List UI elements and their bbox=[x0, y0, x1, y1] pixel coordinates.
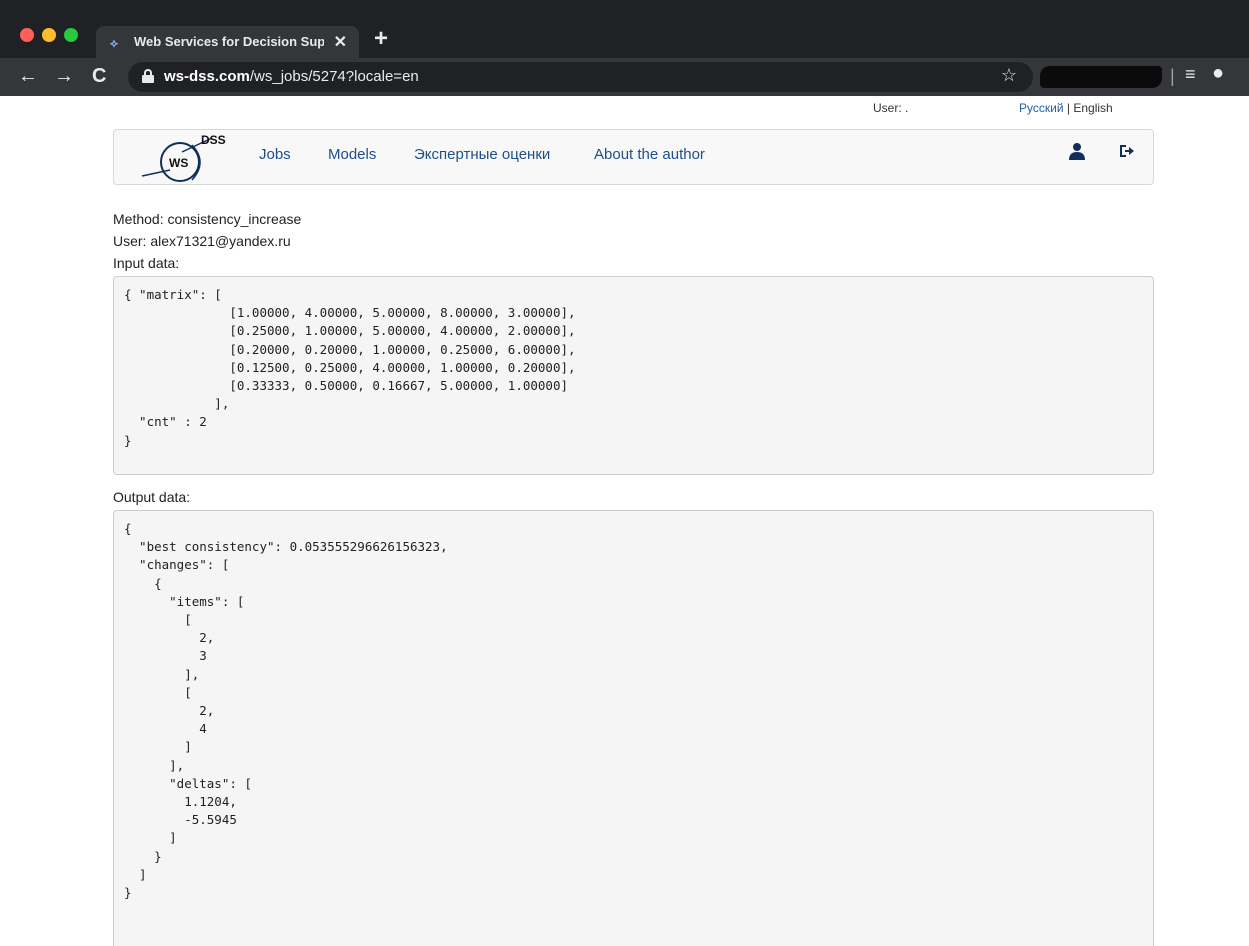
profile-icon[interactable]: ● bbox=[1212, 62, 1224, 85]
language-separator: | bbox=[1066, 101, 1070, 115]
reading-list-icon[interactable]: ≡ bbox=[1185, 64, 1196, 85]
user-profile-icon[interactable] bbox=[1069, 142, 1085, 165]
sign-out-icon bbox=[1120, 145, 1134, 157]
browser-tab[interactable]: ⟡ Web Services for Decision Sup ✕ bbox=[96, 26, 359, 58]
nav-expert-estimates-link[interactable]: Экспертные оценки bbox=[414, 146, 550, 163]
job-method: Method: consistency_increase bbox=[113, 211, 302, 227]
tab-close-icon[interactable]: ✕ bbox=[334, 32, 347, 52]
bookmark-star-icon[interactable]: ☆ bbox=[1001, 65, 1017, 86]
back-icon[interactable]: ← bbox=[18, 65, 38, 88]
user-silhouette-icon bbox=[1069, 143, 1085, 160]
url-text[interactable]: ws-dss.com/ws_jobs/5274?locale=en bbox=[164, 68, 419, 85]
current-user-label: User: . bbox=[873, 101, 909, 115]
input-data-code: { "matrix": [ [1.00000, 4.00000, 5.00000… bbox=[113, 276, 1154, 475]
input-data-label: Input data: bbox=[113, 255, 180, 271]
user-language-bar: User: . Русский | English bbox=[0, 100, 1249, 120]
nav-about-author-link[interactable]: About the author bbox=[594, 146, 705, 163]
address-bar[interactable]: ws-dss.com/ws_jobs/5274?locale=en ☆ bbox=[128, 62, 1033, 92]
output-data-label: Output data: bbox=[113, 489, 191, 505]
site-navbar: DSS WS Jobs Models Экспертные оценки Abo… bbox=[113, 129, 1154, 185]
tab-title: Web Services for Decision Sup bbox=[134, 34, 324, 49]
nav-jobs-link[interactable]: Jobs bbox=[259, 146, 291, 163]
redacted-extension-area bbox=[1040, 66, 1162, 88]
toolbar-separator: | bbox=[1170, 66, 1175, 86]
new-tab-button[interactable]: + bbox=[374, 25, 388, 53]
url-domain: ws-dss.com bbox=[164, 68, 250, 85]
url-path: /ws_jobs/5274?locale=en bbox=[249, 68, 419, 85]
language-ru-link[interactable]: Русский bbox=[1019, 101, 1064, 115]
reload-icon[interactable]: C bbox=[92, 65, 106, 88]
logout-icon[interactable] bbox=[1118, 142, 1134, 165]
nav-models-link[interactable]: Models bbox=[328, 146, 376, 163]
ws-dss-logo[interactable]: DSS WS bbox=[134, 132, 234, 184]
language-en-current: English bbox=[1073, 101, 1113, 115]
window-zoom-button[interactable] bbox=[64, 28, 78, 42]
language-switcher: Русский | English bbox=[1019, 101, 1113, 115]
window-minimize-button[interactable] bbox=[42, 28, 56, 42]
forward-icon[interactable]: → bbox=[54, 65, 74, 88]
logo-ws-text: WS bbox=[169, 156, 188, 170]
job-user: User: alex71321@yandex.ru bbox=[113, 233, 291, 249]
window-close-button[interactable] bbox=[20, 28, 34, 42]
site-favicon-icon: ⟡ bbox=[110, 36, 118, 50]
lock-icon bbox=[142, 69, 154, 83]
browser-tab-strip: ⟡ Web Services for Decision Sup ✕ + bbox=[0, 0, 1249, 58]
output-data-code: { "best consistency": 0.0535552966261563… bbox=[113, 510, 1154, 946]
logo-graphic-icon: DSS WS bbox=[141, 133, 226, 182]
logo-dss-text: DSS bbox=[201, 133, 226, 147]
